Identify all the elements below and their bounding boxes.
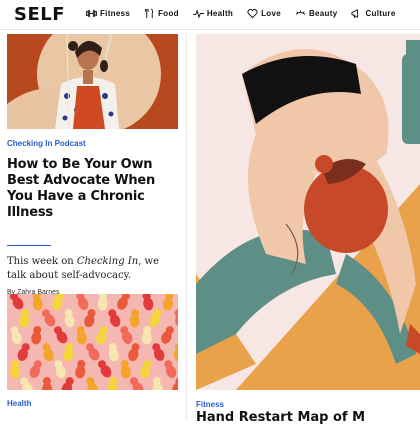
gummy-bear [75,360,86,379]
gummy-bear [141,326,152,345]
gummy-bear [98,360,112,378]
gummy-bear [31,326,42,345]
gummy-bear [172,377,178,390]
gummy-bear [120,326,133,344]
gummy-bear [161,326,174,344]
stretch-illustration[interactable] [196,34,420,390]
gummy-bears-photo [10,294,178,390]
site-logo[interactable]: SELF [14,4,65,25]
gummy-bear [54,360,66,379]
gummy-bears-image[interactable] [7,294,178,390]
dek-show-name: Checking In [76,256,139,267]
nav-label: Fitness [100,9,131,18]
gummy-bear [42,309,56,327]
gummy-bear [173,343,178,362]
gummy-bear [17,343,30,361]
gummy-bear [117,294,130,310]
gummy-bear [29,360,42,378]
nav-item-fitness[interactable]: Fitness [86,8,130,19]
gummy-bear [97,294,108,311]
gummy-bear [107,377,118,390]
nav-label: Food [158,9,179,18]
gummy-bear [10,360,21,379]
nav-label: Beauty [308,9,338,18]
nav-item-love[interactable]: Love [247,8,281,19]
podcast-illustration[interactable] [7,34,178,129]
gummy-bear [120,360,131,379]
nav-item-culture[interactable]: Culture [351,8,395,19]
gummy-bear [10,326,22,345]
dek-text: This week on [7,256,77,267]
eye-lashes-icon [295,10,306,15]
gummy-bear [162,294,174,311]
article-kicker[interactable]: Checking In Podcast [7,139,86,148]
nav-label: Love [261,9,281,18]
gummy-bear [20,377,33,390]
nav-label: Culture [365,9,396,18]
gummy-bear [52,294,64,311]
column-divider [186,34,187,420]
gummy-bear [76,326,87,345]
gummy-bear [96,326,108,345]
gummy-bear [86,377,98,390]
gummy-bear [174,309,178,328]
dumbbell-icon [86,10,97,17]
heart-icon [247,9,258,19]
article-headline[interactable]: How to Be Your Own Best Advocate When Yo… [7,157,178,221]
gummy-bear [19,309,30,328]
article-kicker[interactable]: Health [7,399,31,408]
nav-item-health[interactable]: Health [192,8,234,19]
gummy-bear [32,294,43,311]
woman-with-microphone-illustration [7,34,161,129]
nav-item-beauty[interactable]: Beauty [295,8,337,19]
gummy-bear [42,343,54,362]
woman-stretching-illustration [196,34,420,390]
heartbeat-icon [192,9,204,19]
gummy-bear [108,309,121,327]
gummy-bear [63,343,74,362]
article-headline[interactable]: Hand Restart Map of M [196,410,365,425]
gummy-bear [152,343,165,361]
nav-label: Health [206,9,234,18]
headline-divider [7,245,51,246]
gummy-bear [64,309,75,328]
gummy-bear [10,294,24,310]
gummy-bear [54,326,68,344]
gummy-bear [86,343,100,361]
nav-item-food[interactable]: Food [144,8,179,19]
gummy-bear [42,377,53,390]
gummy-bear [108,343,119,362]
site-header: SELF Fitness Food Health Love Beauty Cul… [0,0,420,30]
article-dek: This week on Checking In, we talk about … [7,255,178,283]
gummy-bear [129,309,140,328]
gummy-bear [128,343,140,362]
gummy-bear [76,294,89,310]
gummy-bear [84,309,96,328]
gummy-bear [142,294,154,311]
gummy-bear [152,377,163,390]
megaphone-icon [351,9,359,19]
fork-knife-icon [145,8,154,19]
gummy-bear [140,360,152,379]
main-nav: Fitness Food Health Love Beauty Culture [86,8,396,19]
article-card-podcast[interactable]: Checking In Podcast How to Be Your Own B… [7,34,178,414]
gummy-bear [164,360,177,378]
article-kicker[interactable]: Fitness [196,400,224,409]
gummy-bear [149,309,162,327]
